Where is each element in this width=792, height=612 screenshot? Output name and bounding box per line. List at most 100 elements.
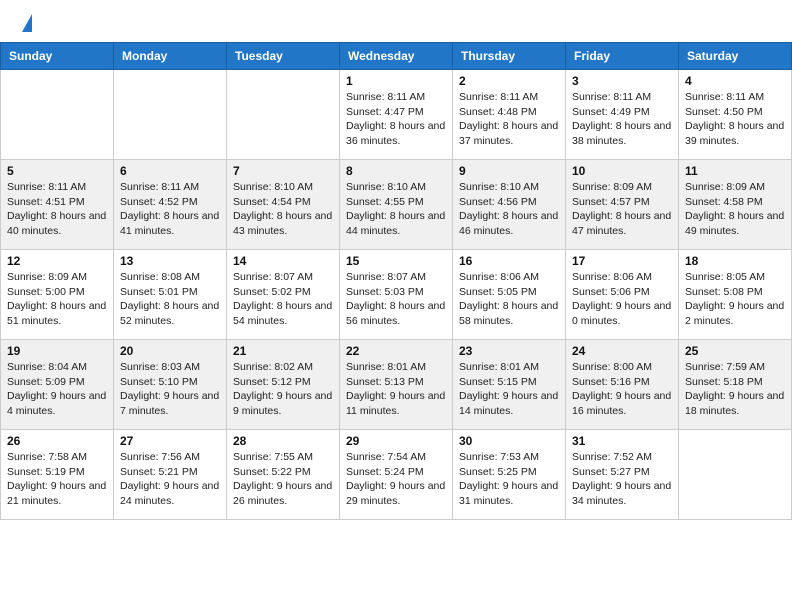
day-info: Sunrise: 8:05 AM Sunset: 5:08 PM Dayligh… [685,270,785,329]
week-row-4: 19Sunrise: 8:04 AM Sunset: 5:09 PM Dayli… [1,340,792,430]
day-info: Sunrise: 8:01 AM Sunset: 5:15 PM Dayligh… [459,360,559,419]
calendar-cell: 11 Sunrise: 8:09 AM Sunset: 4:58 PM Dayli… [679,160,792,250]
calendar-cell: 27Sunrise: 7:56 AM Sunset: 5:21 PM Dayli… [114,430,227,520]
day-header-monday: Monday [114,43,227,70]
day-header-sunday: Sunday [1,43,114,70]
day-number: 10 [572,164,672,178]
calendar-cell: 14 Sunrise: 8:07 AM Sunset: 5:02 PM Dayli… [227,250,340,340]
day-info: Sunrise: 8:11 AM Sunset: 4:48 PM Dayligh… [459,90,559,149]
calendar-cell [679,430,792,520]
calendar-cell: 8 Sunrise: 8:10 AM Sunset: 4:55 PM Daylig… [340,160,453,250]
day-number: 24 [572,344,672,358]
day-number: 9 [459,164,559,178]
day-number: 30 [459,434,559,448]
day-header-friday: Friday [566,43,679,70]
day-number: 16 [459,254,559,268]
logo [20,14,32,34]
day-info: Sunrise: 8:09 AM Sunset: 4:57 PM Dayligh… [572,180,672,239]
day-info: Sunrise: 8:04 AM Sunset: 5:09 PM Dayligh… [7,360,107,419]
calendar-cell: 16 Sunrise: 8:06 AM Sunset: 5:05 PM Dayli… [453,250,566,340]
day-number: 28 [233,434,333,448]
day-number: 14 [233,254,333,268]
calendar-cell: 30 Sunrise: 7:53 AM Sunset: 5:25 PM Dayli… [453,430,566,520]
week-row-1: 1 Sunrise: 8:11 AM Sunset: 4:47 PM Daylig… [1,70,792,160]
day-info: Sunrise: 8:10 AM Sunset: 4:54 PM Dayligh… [233,180,333,239]
calendar-cell: 1 Sunrise: 8:11 AM Sunset: 4:47 PM Daylig… [340,70,453,160]
day-number: 17 [572,254,672,268]
day-number: 13 [120,254,220,268]
day-number: 7 [233,164,333,178]
day-number: 8 [346,164,446,178]
day-number: 5 [7,164,107,178]
day-info: Sunrise: 8:10 AM Sunset: 4:56 PM Dayligh… [459,180,559,239]
calendar-cell: 18Sunrise: 8:05 AM Sunset: 5:08 PM Dayli… [679,250,792,340]
day-info: Sunrise: 7:54 AM Sunset: 5:24 PM Dayligh… [346,450,446,509]
day-info: Sunrise: 8:06 AM Sunset: 5:05 PM Dayligh… [459,270,559,329]
day-header-saturday: Saturday [679,43,792,70]
day-info: Sunrise: 8:11 AM Sunset: 4:51 PM Dayligh… [7,180,107,239]
day-number: 6 [120,164,220,178]
day-info: Sunrise: 8:11 AM Sunset: 4:47 PM Dayligh… [346,90,446,149]
calendar-cell: 6Sunrise: 8:11 AM Sunset: 4:52 PM Daylig… [114,160,227,250]
calendar-cell: 19Sunrise: 8:04 AM Sunset: 5:09 PM Dayli… [1,340,114,430]
calendar-cell: 23 Sunrise: 8:01 AM Sunset: 5:15 PM Dayli… [453,340,566,430]
calendar-cell: 13Sunrise: 8:08 AM Sunset: 5:01 PM Dayli… [114,250,227,340]
day-header-thursday: Thursday [453,43,566,70]
day-number: 4 [685,74,785,88]
day-number: 27 [120,434,220,448]
calendar-cell: 10 Sunrise: 8:09 AM Sunset: 4:57 PM Dayli… [566,160,679,250]
day-info: Sunrise: 8:06 AM Sunset: 5:06 PM Dayligh… [572,270,672,329]
calendar-cell: 28 Sunrise: 7:55 AM Sunset: 5:22 PM Dayli… [227,430,340,520]
calendar-cell: 22 Sunrise: 8:01 AM Sunset: 5:13 PM Dayli… [340,340,453,430]
calendar-cell: 26 Sunrise: 7:58 AM Sunset: 5:19 PM Dayli… [1,430,114,520]
day-number: 3 [572,74,672,88]
day-number: 1 [346,74,446,88]
day-info: Sunrise: 8:07 AM Sunset: 5:03 PM Dayligh… [346,270,446,329]
calendar-cell: 24 Sunrise: 8:00 AM Sunset: 5:16 PM Dayli… [566,340,679,430]
day-number: 25 [685,344,785,358]
header [0,0,792,42]
week-row-5: 26 Sunrise: 7:58 AM Sunset: 5:19 PM Dayli… [1,430,792,520]
day-number: 2 [459,74,559,88]
calendar-cell: 17 Sunrise: 8:06 AM Sunset: 5:06 PM Dayli… [566,250,679,340]
calendar-cell: 25Sunrise: 7:59 AM Sunset: 5:18 PM Dayli… [679,340,792,430]
day-info: Sunrise: 8:09 AM Sunset: 4:58 PM Dayligh… [685,180,785,239]
calendar-cell: 21Sunrise: 8:02 AM Sunset: 5:12 PM Dayli… [227,340,340,430]
day-header-wednesday: Wednesday [340,43,453,70]
day-info: Sunrise: 8:00 AM Sunset: 5:16 PM Dayligh… [572,360,672,419]
day-number: 26 [7,434,107,448]
day-info: Sunrise: 7:52 AM Sunset: 5:27 PM Dayligh… [572,450,672,509]
day-info: Sunrise: 8:01 AM Sunset: 5:13 PM Dayligh… [346,360,446,419]
calendar-header-row: SundayMondayTuesdayWednesdayThursdayFrid… [1,43,792,70]
day-info: Sunrise: 7:58 AM Sunset: 5:19 PM Dayligh… [7,450,107,509]
day-info: Sunrise: 8:10 AM Sunset: 4:55 PM Dayligh… [346,180,446,239]
day-info: Sunrise: 8:11 AM Sunset: 4:49 PM Dayligh… [572,90,672,149]
day-number: 12 [7,254,107,268]
calendar-cell [114,70,227,160]
logo-text [20,14,32,34]
week-row-2: 5 Sunrise: 8:11 AM Sunset: 4:51 PM Daylig… [1,160,792,250]
day-number: 23 [459,344,559,358]
day-header-tuesday: Tuesday [227,43,340,70]
calendar-cell: 20 Sunrise: 8:03 AM Sunset: 5:10 PM Dayli… [114,340,227,430]
calendar-cell: 31 Sunrise: 7:52 AM Sunset: 5:27 PM Dayli… [566,430,679,520]
day-info: Sunrise: 8:09 AM Sunset: 5:00 PM Dayligh… [7,270,107,329]
day-number: 15 [346,254,446,268]
day-number: 20 [120,344,220,358]
day-number: 11 [685,164,785,178]
day-info: Sunrise: 8:07 AM Sunset: 5:02 PM Dayligh… [233,270,333,329]
day-number: 22 [346,344,446,358]
day-info: Sunrise: 7:55 AM Sunset: 5:22 PM Dayligh… [233,450,333,509]
calendar-cell: 2 Sunrise: 8:11 AM Sunset: 4:48 PM Daylig… [453,70,566,160]
day-number: 21 [233,344,333,358]
calendar-cell: 7 Sunrise: 8:10 AM Sunset: 4:54 PM Daylig… [227,160,340,250]
day-info: Sunrise: 8:03 AM Sunset: 5:10 PM Dayligh… [120,360,220,419]
day-number: 31 [572,434,672,448]
logo-triangle-icon [22,14,32,32]
calendar-cell: 4Sunrise: 8:11 AM Sunset: 4:50 PM Daylig… [679,70,792,160]
calendar-cell [1,70,114,160]
calendar-cell [227,70,340,160]
day-number: 29 [346,434,446,448]
day-info: Sunrise: 7:53 AM Sunset: 5:25 PM Dayligh… [459,450,559,509]
calendar-cell: 12 Sunrise: 8:09 AM Sunset: 5:00 PM Dayli… [1,250,114,340]
